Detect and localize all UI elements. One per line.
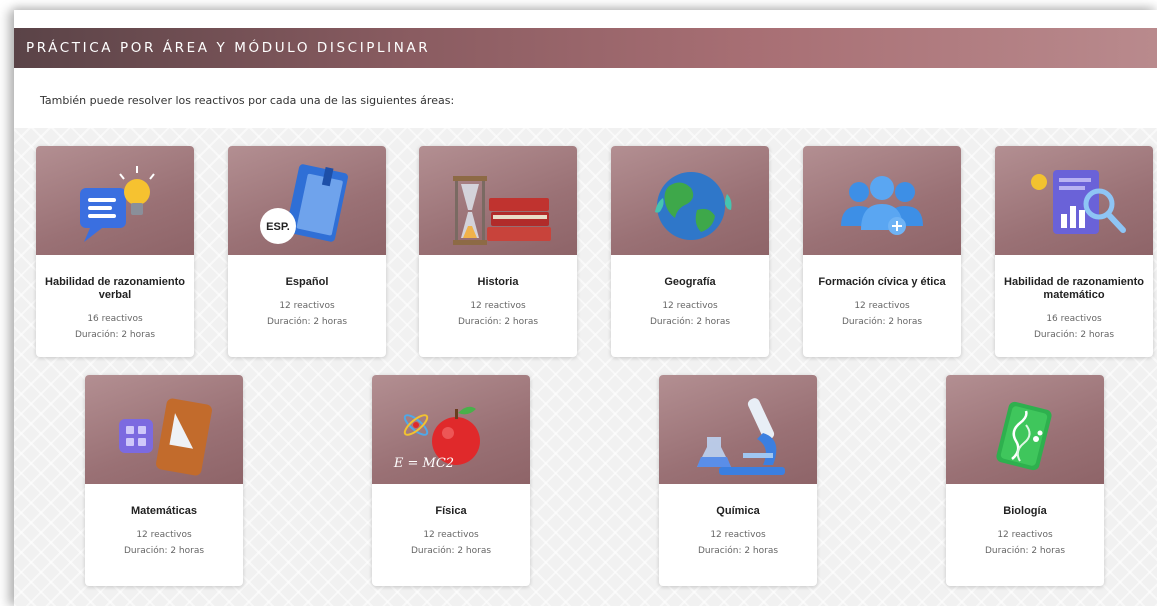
card-duration: Duración: 2 horas xyxy=(1033,330,1115,340)
card-count: 12 reactivos xyxy=(423,530,479,540)
chart-magnifier-icon xyxy=(1031,170,1126,234)
card-duration: Duración: 2 horas xyxy=(841,317,923,327)
card-biologia[interactable]: Biología 12 reactivos Duración: 2 horas xyxy=(946,375,1104,586)
section-title: PRÁCTICA POR ÁREA Y MÓDULO DISCIPLINAR xyxy=(26,40,431,56)
card-historia[interactable]: Historia 12 reactivos Duración: 2 horas xyxy=(419,146,577,357)
card-title: Química xyxy=(716,505,760,517)
card-count: 16 reactivos xyxy=(87,314,143,324)
card-count: 12 reactivos xyxy=(470,301,526,311)
hourglass-books-icon xyxy=(453,176,551,245)
card-image xyxy=(611,146,769,255)
card-title: Habilidad de razonamiento verbal xyxy=(45,276,185,301)
card-image xyxy=(803,146,961,255)
card-image: E = MC2 xyxy=(372,375,530,484)
card-count: 12 reactivos xyxy=(136,530,192,540)
card-duration: Duración: 2 horas xyxy=(410,546,492,556)
card-count: 12 reactivos xyxy=(662,301,718,311)
formula-label: E = MC2 xyxy=(393,456,454,471)
card-geografia[interactable]: Geografía 12 reactivos Duración: 2 horas xyxy=(611,146,769,357)
card-duration: Duración: 2 horas xyxy=(74,330,156,340)
globe-icon xyxy=(655,172,732,240)
page-frame: PRÁCTICA POR ÁREA Y MÓDULO DISCIPLINAR T… xyxy=(14,10,1157,606)
card-habilidad-verbal[interactable]: Habilidad de razonamiento verbal 16 reac… xyxy=(36,146,194,357)
cards-area: Habilidad de razonamiento verbal 16 reac… xyxy=(14,128,1157,606)
card-duration: Duración: 2 horas xyxy=(123,546,205,556)
card-duration: Duración: 2 horas xyxy=(697,546,779,556)
card-image xyxy=(419,146,577,255)
card-image: ESP. xyxy=(228,146,386,255)
people-group-icon xyxy=(841,176,923,235)
card-fisica[interactable]: E = MC2 Física 12 reactivos Duración: 2 … xyxy=(372,375,530,586)
card-image xyxy=(659,375,817,484)
microscope-flask-icon xyxy=(697,398,785,475)
card-title: Español xyxy=(285,276,329,288)
card-title: Habilidad de razonamiento matemático xyxy=(1004,276,1144,301)
card-habilidad-matematica[interactable]: Habilidad de razonamiento matemático 16 … xyxy=(995,146,1153,357)
esp-label: ESP. xyxy=(266,221,290,233)
card-duration: Duración: 2 horas xyxy=(457,317,539,327)
card-title: Física xyxy=(435,505,467,517)
card-title: Matemáticas xyxy=(130,505,198,517)
dna-card-icon xyxy=(996,401,1052,471)
card-espanol[interactable]: ESP. Español 12 reactivos Duración: 2 ho… xyxy=(228,146,386,357)
book-esp-icon: ESP. xyxy=(260,164,348,244)
apple-atom-icon: E = MC2 xyxy=(393,406,480,471)
card-formacion-civica[interactable]: Formación cívica y ética 12 reactivos Du… xyxy=(803,146,961,357)
card-duration: Duración: 2 horas xyxy=(649,317,731,327)
card-image xyxy=(36,146,194,255)
card-title: Biología xyxy=(1003,505,1047,517)
speech-bubble-lightbulb-icon xyxy=(80,166,155,242)
card-matematicas[interactable]: Matemáticas 12 reactivos Duración: 2 hor… xyxy=(85,375,243,586)
card-image xyxy=(946,375,1104,484)
card-count: 16 reactivos xyxy=(1046,314,1102,324)
card-quimica[interactable]: Química 12 reactivos Duración: 2 horas xyxy=(659,375,817,586)
card-count: 12 reactivos xyxy=(854,301,910,311)
card-duration: Duración: 2 horas xyxy=(984,546,1066,556)
card-count: 12 reactivos xyxy=(710,530,766,540)
intro-text: También puede resolver los reactivos por… xyxy=(40,94,455,107)
card-title: Historia xyxy=(477,276,519,288)
section-header: PRÁCTICA POR ÁREA Y MÓDULO DISCIPLINAR xyxy=(14,28,1157,68)
card-image xyxy=(85,375,243,484)
card-count: 12 reactivos xyxy=(279,301,335,311)
card-title: Geografía xyxy=(664,276,716,288)
card-duration: Duración: 2 horas xyxy=(266,317,348,327)
calculator-ruler-icon xyxy=(119,398,212,476)
card-title: Formación cívica y ética xyxy=(818,276,946,288)
card-image xyxy=(995,146,1153,255)
card-count: 12 reactivos xyxy=(997,530,1053,540)
